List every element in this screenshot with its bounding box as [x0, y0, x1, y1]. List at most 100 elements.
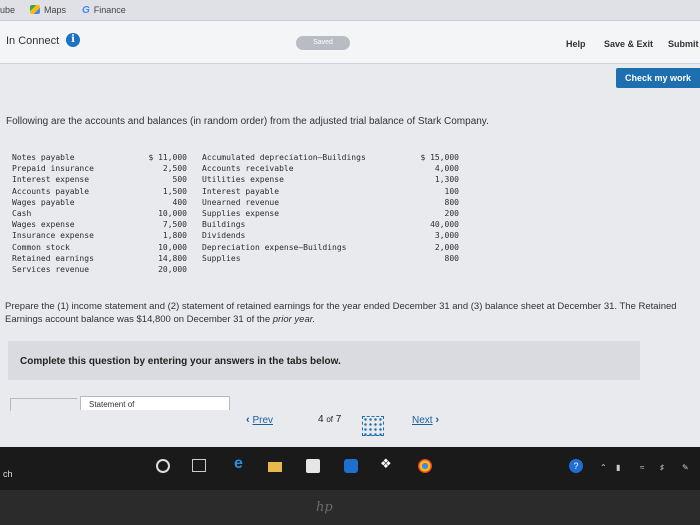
account-name: Cash: [12, 208, 32, 218]
account-amount: 200: [444, 208, 459, 218]
account-name: Supplies expense: [202, 208, 280, 218]
account-amount: 20,000: [158, 264, 187, 274]
account-amount: 1,300: [434, 175, 459, 185]
account-name: Retained earnings: [12, 253, 94, 263]
task-text: Prepare the (1) income statement and (2)…: [5, 301, 677, 325]
edge-icon[interactable]: e: [234, 455, 248, 472]
brand-title: In Connect: [6, 35, 60, 47]
account-amount: 100: [444, 186, 459, 196]
next-button[interactable]: Next ›: [412, 414, 439, 426]
left-account-names: Notes payable Prepaid insurance Interest e…: [12, 152, 137, 275]
account-name: Unearned revenue: [202, 197, 280, 207]
chevron-up-icon[interactable]: ⌃: [600, 463, 607, 472]
account-name: Wages expense: [12, 220, 75, 230]
next-label: Next: [412, 415, 433, 426]
account-name: Interest expense: [12, 175, 90, 185]
instruction-text: Complete this question by entering your …: [20, 356, 341, 367]
trial-balance-table: Notes payable Prepaid insurance Interest e…: [12, 152, 472, 282]
volume-icon[interactable]: ♯: [660, 463, 664, 472]
account-amount: 2,500: [162, 164, 187, 174]
tab-income-statement[interactable]: [10, 398, 77, 411]
account-name: Depreciation expense—Buildings: [202, 242, 347, 252]
save-exit-button[interactable]: Save & Exit: [604, 39, 653, 49]
account-name: Accounts payable: [12, 186, 90, 196]
account-name: Wages payable: [12, 197, 75, 207]
account-amount: $ 11,000: [148, 153, 187, 162]
prev-button[interactable]: ‹ Prev: [246, 414, 273, 426]
right-account-amounts: $ 15,000 4,000 1,300 100 800 200 40,000 3,000 2,…: [407, 152, 459, 264]
mail-icon[interactable]: [344, 459, 358, 473]
chrome-icon[interactable]: [418, 459, 432, 473]
saved-status: Saved: [296, 36, 350, 50]
taskbar-search[interactable]: ch: [3, 469, 13, 479]
right-account-names: Accumulated depreciation—Buildings Accoun…: [202, 152, 402, 264]
account-amount: 2,000: [434, 242, 459, 252]
page-indicator: 4 of 7: [318, 414, 341, 425]
screen: ube Maps G Finance In Connect i Saved Hel…: [0, 0, 700, 490]
account-amount: $ 15,000: [420, 153, 459, 162]
laptop-logo: hp: [316, 500, 333, 515]
account-amount: 14,800: [158, 253, 187, 263]
question-intro: Following are the accounts and balances …: [6, 116, 489, 127]
account-amount: 800: [444, 197, 459, 207]
help-tray-icon[interactable]: ?: [569, 459, 583, 473]
account-name: Interest payable: [202, 186, 280, 196]
account-name: Prepaid insurance: [12, 164, 94, 174]
bookmark-maps[interactable]: Maps: [30, 5, 66, 15]
file-explorer-icon[interactable]: [268, 462, 282, 472]
account-amount: 7,500: [162, 220, 187, 230]
pen-icon[interactable]: ✎: [682, 463, 689, 472]
account-name: Common stock: [12, 242, 70, 252]
maps-icon: [30, 5, 40, 14]
task-text-italic: prior year.: [272, 314, 316, 325]
chevron-right-icon: ›: [435, 414, 440, 426]
left-account-amounts: $ 11,000 2,500 500 1,500 400 10,000 7,500 1,800…: [137, 152, 187, 275]
account-amount: 800: [444, 253, 459, 263]
account-name: Accounts receivable: [202, 164, 294, 174]
account-amount: 10,000: [158, 242, 187, 252]
account-amount: 10,000: [158, 208, 187, 218]
bookmark-item[interactable]: ube: [0, 5, 15, 15]
account-name: Insurance expense: [12, 231, 94, 241]
info-icon[interactable]: i: [66, 33, 80, 47]
account-name: Notes payable: [12, 153, 75, 162]
app-header: In Connect i Saved Help Save & Exit Subm…: [0, 21, 700, 64]
account-amount: 1,500: [162, 186, 187, 196]
battery-icon: ▮: [616, 463, 621, 472]
question-task: Prepare the (1) income statement and (2)…: [5, 300, 685, 326]
account-amount: 4,000: [434, 164, 459, 174]
account-name: Buildings: [202, 220, 246, 230]
store-icon[interactable]: [306, 459, 320, 473]
instruction-banner: Complete this question by entering your …: [8, 341, 640, 380]
bookmark-finance[interactable]: G Finance: [82, 5, 126, 16]
account-amount: 40,000: [430, 220, 459, 230]
question-grid-icon[interactable]: [362, 416, 384, 436]
submit-button[interactable]: Submit: [668, 39, 699, 49]
account-amount: 1,800: [162, 231, 187, 241]
account-name: Supplies: [202, 253, 241, 263]
check-my-work-button[interactable]: Check my work: [616, 68, 700, 88]
account-name: Services revenue: [12, 264, 90, 274]
account-amount: 3,000: [434, 231, 459, 241]
page-current: 4: [318, 414, 324, 425]
dropbox-icon[interactable]: ❖: [380, 456, 394, 471]
page-total: 7: [335, 414, 342, 425]
task-view-icon[interactable]: [192, 459, 206, 472]
cortana-icon[interactable]: [156, 459, 170, 473]
bookmark-label: Finance: [93, 5, 126, 15]
page-of: of: [326, 415, 334, 424]
tab-statement-of[interactable]: Statement of: [80, 396, 230, 410]
prev-label: Prev: [252, 415, 274, 426]
wifi-icon[interactable]: ≈: [640, 463, 644, 472]
help-link[interactable]: Help: [566, 39, 586, 49]
account-name: Accumulated depreciation—Buildings: [202, 153, 366, 162]
windows-taskbar: ch e ❖ ? ⌃ ▮ ≈ ♯ ✎: [0, 447, 700, 490]
bookmark-label: Maps: [44, 5, 67, 15]
bookmarks-bar: ube Maps G Finance: [0, 0, 700, 21]
account-name: Utilities expense: [202, 175, 284, 185]
account-amount: 500: [172, 175, 187, 185]
chevron-left-icon: ‹: [246, 414, 250, 426]
account-name: Dividends: [202, 231, 246, 241]
google-icon: G: [82, 5, 90, 16]
account-amount: 400: [172, 197, 187, 207]
